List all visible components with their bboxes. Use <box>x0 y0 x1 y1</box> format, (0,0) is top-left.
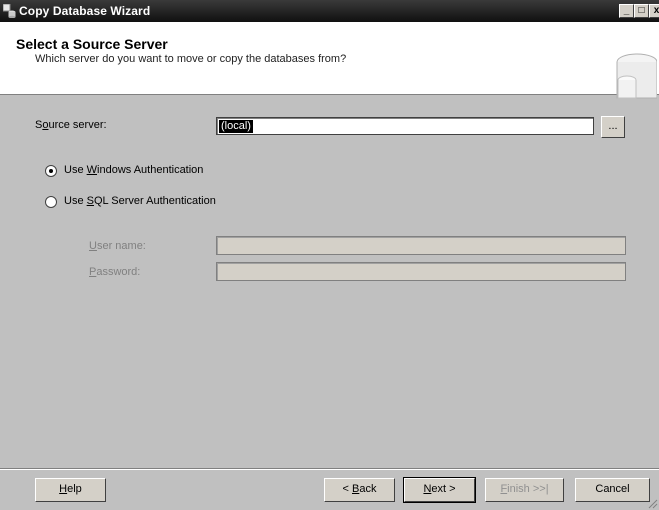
source-server-label: Source server: <box>35 119 107 131</box>
page-title: Select a Source Server <box>16 36 168 52</box>
windows-auth-radio[interactable] <box>45 165 57 177</box>
source-server-input[interactable]: (local) <box>216 117 594 135</box>
database-icon <box>616 53 657 99</box>
back-button[interactable]: < Back <box>324 478 395 502</box>
resize-grip-icon[interactable] <box>647 498 658 509</box>
wizard-app-icon <box>3 4 16 18</box>
sql-auth-radio[interactable] <box>45 196 57 208</box>
username-label: User name: <box>89 240 146 252</box>
maximize-button[interactable]: □ <box>634 4 649 18</box>
windows-auth-label[interactable]: Use Windows Authentication <box>64 164 203 176</box>
wizard-header: Select a Source Server Which server do y… <box>0 22 659 99</box>
title-bar: Copy Database Wizard _ □ x <box>0 0 659 22</box>
password-input[interactable] <box>216 262 626 281</box>
window-title: Copy Database Wizard <box>19 4 151 18</box>
cancel-button[interactable]: Cancel <box>575 478 650 502</box>
password-label: Password: <box>89 266 141 278</box>
next-button[interactable]: Next > <box>403 477 476 503</box>
finish-button[interactable]: Finish >>| <box>485 478 564 502</box>
sql-auth-label[interactable]: Use SQL Server Authentication <box>64 195 216 207</box>
close-button[interactable]: x <box>649 4 659 18</box>
help-button[interactable]: Help <box>35 478 106 502</box>
browse-server-button[interactable]: ... <box>601 116 625 138</box>
footer-divider <box>0 468 659 470</box>
page-subtitle: Which server do you want to move or copy… <box>35 53 347 65</box>
source-server-value: (local) <box>219 120 253 133</box>
username-input[interactable] <box>216 236 626 255</box>
minimize-button[interactable]: _ <box>619 4 634 18</box>
